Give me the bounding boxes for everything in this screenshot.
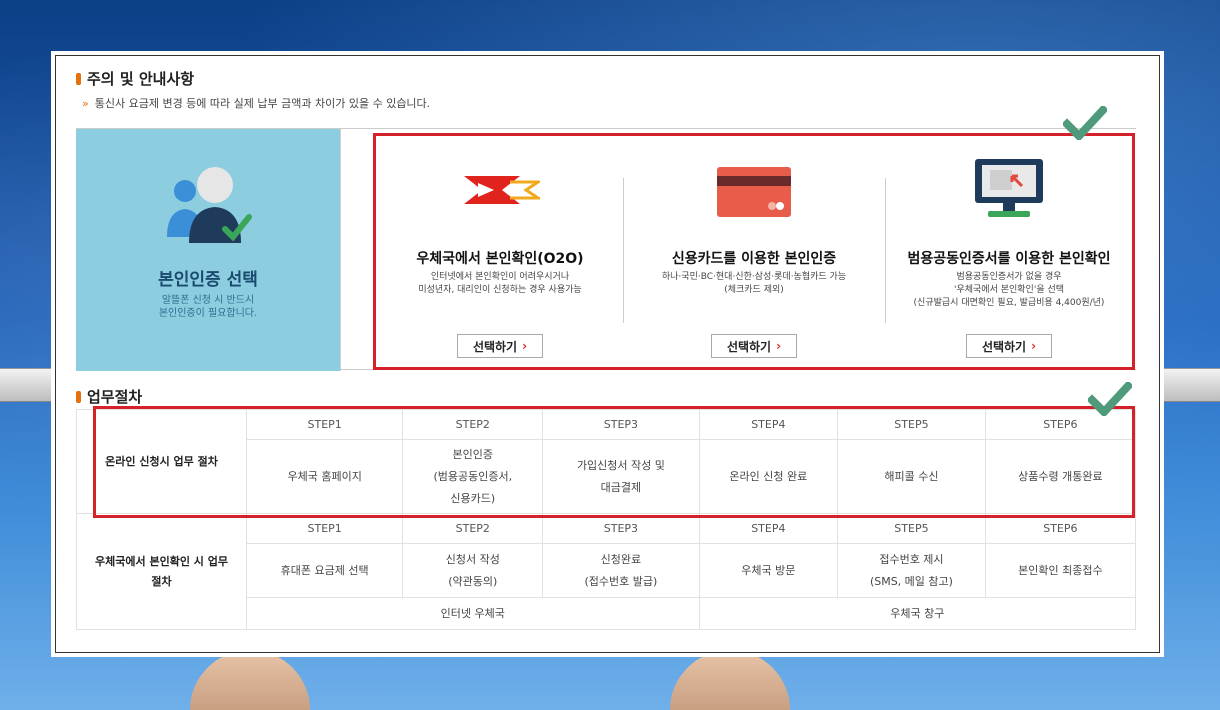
process-section-title: 업무절차 [76, 386, 142, 407]
channel-counter: 우체국 창구 [698, 597, 1137, 630]
auth-select-subtitle: 알뜰폰 신청 시 반드시 본인인증이 필요합니다. [158, 295, 258, 319]
table-row: 우체국에서 본인확인 시 업무 절차 STEP1 STEP2 STEP3 STEP… [76, 513, 1137, 630]
phone-edge-right [1160, 368, 1220, 402]
step-header: STEP2 [402, 513, 544, 544]
checkmark-icon [1088, 382, 1132, 416]
chevron-right-icon: » [82, 97, 89, 110]
postoffice-process-label: 우체국에서 본인확인 시 업무 절차 [76, 513, 247, 630]
checkmark-icon [1063, 106, 1107, 140]
highlight-box-process [93, 406, 1135, 518]
auth-select-title: 본인인증 선택 [158, 270, 258, 290]
step-cell: 본인확인 최종접수 [984, 543, 1137, 598]
step-cell: 우체국 방문 [698, 543, 839, 598]
notice-section-title: 주의 및 안내사항 [76, 68, 194, 89]
orange-bullet-icon [76, 72, 81, 85]
step-cell: 접수번호 제시 (SMS, 메일 참고) [837, 543, 986, 598]
channel-internet: 인터넷 우체국 [246, 597, 700, 630]
step-header: STEP4 [698, 513, 839, 544]
notice-text: » 통신사 요금제 변경 등에 따라 실제 납부 금액과 차이가 있을 수 있습니… [82, 97, 431, 110]
step-cell: 신청완료 (접수번호 발급) [542, 543, 700, 598]
orange-bullet-icon [76, 390, 81, 403]
content-panel: 주의 및 안내사항 » 통신사 요금제 변경 등에 따라 실제 납부 금액과 차이… [51, 51, 1164, 657]
step-cell: 신청서 작성 (약관동의) [402, 543, 544, 598]
step-header: STEP3 [542, 513, 700, 544]
step-header: STEP5 [837, 513, 986, 544]
step-header: STEP1 [245, 513, 404, 544]
step-header: STEP6 [984, 513, 1137, 544]
phone-edge-left [0, 368, 60, 402]
step-cell: 휴대폰 요금제 선택 [245, 543, 404, 598]
auth-select-card: 본인인증 선택 알뜰폰 신청 시 반드시 본인인증이 필요합니다. [76, 129, 341, 371]
user-verified-icon [163, 159, 253, 249]
highlight-box-auth [373, 133, 1135, 370]
